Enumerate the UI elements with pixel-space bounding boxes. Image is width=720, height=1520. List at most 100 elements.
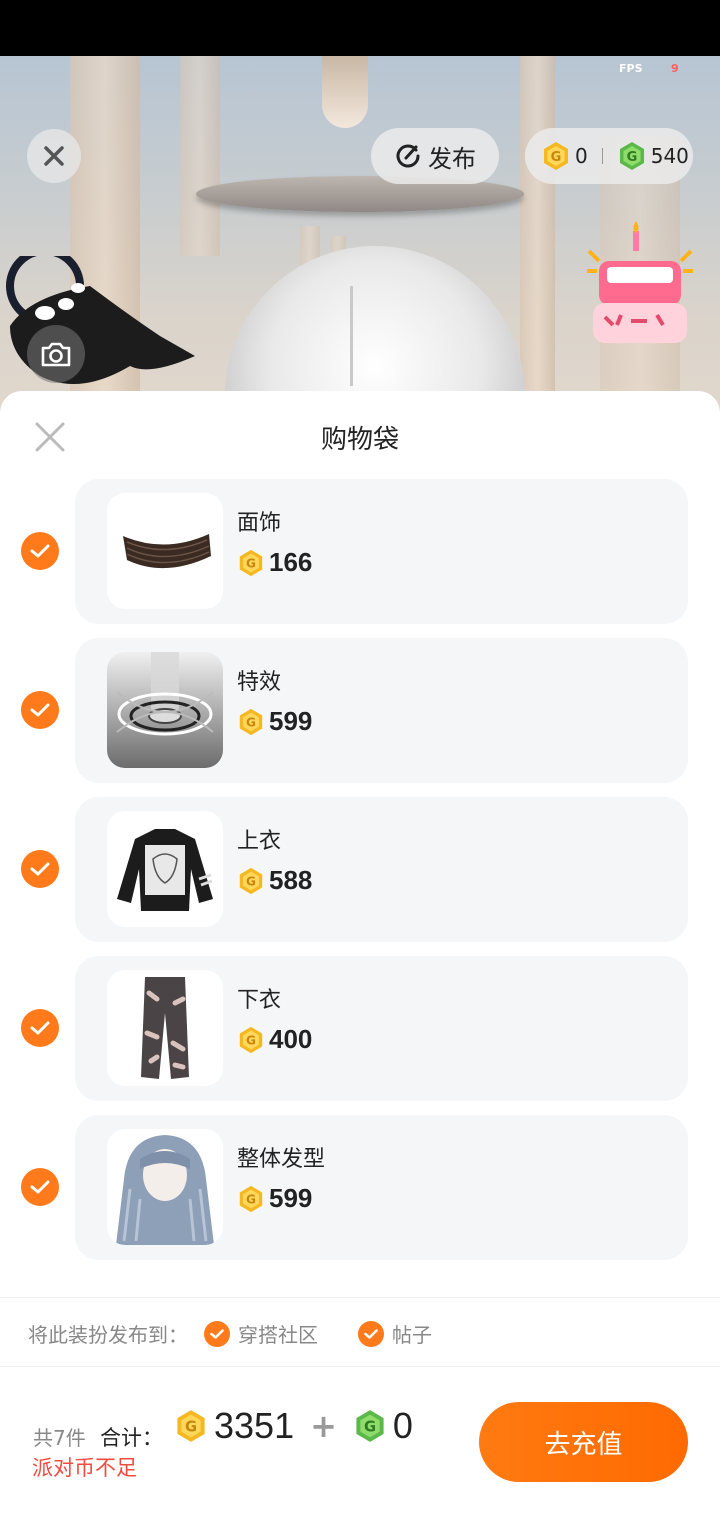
gold-coin-icon: G: [239, 549, 263, 576]
item-price-value: 599: [269, 706, 313, 736]
camera-icon: [41, 342, 71, 367]
recharge-button[interactable]: 去充值: [479, 1402, 688, 1482]
avatar-hair-part: [350, 286, 353, 386]
svg-text:G: G: [364, 1419, 376, 1436]
gold-coin-icon: G: [239, 1026, 263, 1053]
item-name: 特效: [237, 670, 282, 695]
green-coin-icon: G: [356, 1410, 384, 1442]
scene-pillar: [180, 56, 220, 256]
item-count: 共7件: [33, 1426, 86, 1450]
publish-icon: [396, 144, 420, 168]
close-scene-button[interactable]: [27, 129, 81, 183]
currency-balance[interactable]: G 0 G 540: [525, 128, 693, 184]
effect-image: [116, 652, 214, 736]
svg-text:G: G: [246, 715, 256, 729]
publish-to-label: 将此装扮发布到：: [28, 1323, 188, 1347]
fps-label: FPS: [619, 62, 643, 75]
item-card[interactable]: 特效 G 599: [75, 638, 688, 783]
gold-coin-icon: G: [177, 1410, 205, 1442]
check-icon: [210, 1328, 224, 1339]
item-price: G 599: [237, 706, 312, 737]
item-checkbox[interactable]: [21, 691, 59, 729]
item-card[interactable]: 整体发型 G 599: [75, 1115, 688, 1260]
check-icon: [30, 1021, 50, 1035]
item-checkbox[interactable]: [21, 1009, 59, 1047]
item-card[interactable]: 下衣 G 400: [75, 956, 688, 1101]
face-accessory-image: [123, 534, 211, 569]
item-price: G 400: [237, 1024, 312, 1055]
anniversary-cake-icon[interactable]: [585, 221, 695, 351]
check-icon: [30, 544, 50, 558]
item-thumbnail: [107, 811, 223, 927]
sheet-title: 购物袋: [320, 425, 399, 455]
green-coin-count: 540: [650, 144, 689, 168]
avatar-scene[interactable]: [0, 56, 720, 416]
cart-item: 特效 G 599: [0, 638, 720, 783]
item-price: G 599: [237, 1183, 312, 1214]
item-price-value: 166: [269, 547, 313, 577]
gold-coin-icon: G: [544, 142, 568, 170]
option-checkbox[interactable]: [358, 1320, 384, 1347]
cart-item: 下衣 G 400: [0, 956, 720, 1101]
option-label: 帖子: [392, 1323, 432, 1347]
gold-coin-icon: G: [239, 708, 263, 735]
option-checkbox[interactable]: [204, 1320, 230, 1347]
cart-item: 整体发型 G 599: [0, 1115, 720, 1260]
green-coin-icon: G: [619, 142, 644, 170]
svg-text:G: G: [185, 1419, 197, 1436]
svg-text:G: G: [551, 150, 562, 165]
check-icon: [30, 703, 50, 717]
item-name: 面饰: [237, 511, 282, 536]
check-icon: [30, 862, 50, 876]
publish-option-post[interactable]: 帖子: [358, 1319, 432, 1348]
divider: [601, 148, 603, 164]
scene-ornament: [322, 56, 368, 128]
item-thumbnail: [107, 970, 223, 1086]
camera-button[interactable]: [27, 325, 85, 383]
item-checkbox[interactable]: [21, 850, 59, 888]
shopping-bag-sheet: 购物袋 面饰 G 166 特效 G 599 上衣 G 588 下衣 G 400 …: [0, 391, 720, 1520]
item-thumbnail: [107, 1129, 223, 1245]
item-card[interactable]: 面饰 G 166: [75, 479, 688, 624]
hairstyle-image: [116, 1135, 214, 1245]
check-icon: [30, 1180, 50, 1194]
pants-image: [141, 977, 189, 1079]
publish-option-community[interactable]: 穿搭社区: [204, 1319, 318, 1348]
plus-sign: +: [310, 1407, 337, 1445]
fps-value: 9: [671, 62, 679, 75]
item-name: 下衣: [237, 988, 282, 1013]
item-price-value: 599: [269, 1183, 313, 1213]
green-total: 0: [392, 1405, 413, 1446]
item-card[interactable]: 上衣 G 588: [75, 797, 688, 942]
status-bar: [0, 0, 720, 56]
gold-coin-icon: G: [239, 867, 263, 894]
divider: [0, 1366, 720, 1367]
item-price-value: 400: [269, 1024, 313, 1054]
close-icon: [44, 146, 64, 166]
svg-text:G: G: [246, 1192, 256, 1206]
item-checkbox[interactable]: [21, 532, 59, 570]
item-price: G 588: [237, 865, 312, 896]
item-price-value: 588: [269, 865, 313, 895]
total-price: G 3351 + G 0: [174, 1405, 413, 1447]
cart-item: 面饰 G 166: [0, 479, 720, 633]
svg-text:G: G: [246, 556, 256, 570]
item-thumbnail: [107, 493, 223, 609]
svg-text:G: G: [246, 1033, 256, 1047]
svg-text:G: G: [246, 874, 256, 888]
option-label: 穿搭社区: [238, 1323, 318, 1347]
item-name: 整体发型: [237, 1147, 326, 1172]
insufficient-balance-warning: 派对币不足: [32, 1456, 137, 1480]
top-garment-image: [117, 829, 213, 911]
divider: [0, 1297, 720, 1298]
publish-to-row: 将此装扮发布到： 穿搭社区 帖子: [28, 1319, 432, 1348]
cart-item: 上衣 G 588: [0, 797, 720, 942]
svg-text:G: G: [626, 150, 637, 165]
check-icon: [364, 1328, 378, 1339]
item-checkbox[interactable]: [21, 1168, 59, 1206]
gold-coin-icon: G: [239, 1185, 263, 1212]
publish-button[interactable]: 发布: [371, 128, 499, 184]
item-name: 上衣: [237, 829, 282, 854]
item-price: G 166: [237, 547, 312, 578]
total-label: 合计：: [100, 1426, 163, 1450]
